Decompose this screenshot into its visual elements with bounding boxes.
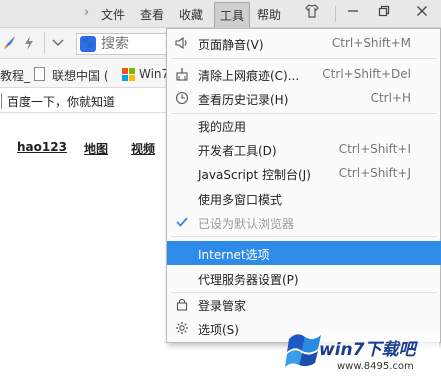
clock-icon [174, 91, 190, 105]
chevron-down-icon[interactable] [52, 35, 64, 55]
speaker-icon [174, 36, 190, 50]
bookmark-item[interactable]: Win7 [139, 67, 169, 81]
menu-file[interactable]: 文件 [101, 6, 125, 23]
link-hao123[interactable]: hao123 [17, 140, 67, 154]
menu-item-clear-traces[interactable]: 清除上网痕迹(C)... Ctrl+Shift+Del [167, 62, 441, 86]
menu-view[interactable]: 查看 [140, 6, 164, 23]
watermark-url: www.8495.com [337, 361, 414, 372]
gear-icon [174, 321, 190, 335]
menu-help[interactable]: 帮助 [257, 6, 281, 23]
menu-favorites[interactable]: 收藏 [179, 6, 203, 23]
tab-title: 百度一下，你就知道 [0, 93, 116, 109]
menu-item-mute-page[interactable]: 页面静音(V) Ctrl+Shift+M [167, 31, 441, 55]
broom-icon [174, 67, 190, 81]
divider [171, 58, 437, 59]
search-box[interactable]: 🐾 [76, 33, 176, 55]
link-video[interactable]: 视频 [131, 140, 155, 157]
menu-item-multi-window[interactable]: 使用多窗口模式 [167, 186, 441, 210]
divider [171, 236, 437, 237]
rocket-icon[interactable] [2, 35, 16, 55]
paw-icon: 🐾 [80, 36, 96, 52]
chevron-right-icon[interactable]: › [84, 5, 89, 20]
divider [335, 6, 336, 22]
divider [44, 32, 45, 54]
restore-icon[interactable] [374, 4, 394, 24]
menu-bar: › 文件 查看 收藏 工具 帮助 [0, 0, 441, 28]
document-icon [34, 67, 45, 81]
menu-item-history[interactable]: 查看历史记录(H) Ctrl+H [167, 86, 441, 110]
menu-item-my-apps[interactable]: 我的应用 [167, 113, 441, 137]
bookmark-item[interactable]: 教程_ [0, 67, 30, 84]
menu-item-login-manager[interactable]: 登录管家 [167, 292, 441, 316]
menu-item-js-console[interactable]: JavaScript 控制台(J) Ctrl+Shift+J [167, 161, 441, 185]
menu-item-internet-options[interactable]: Internet选项 [167, 241, 441, 265]
windows-flag-icon [285, 325, 323, 372]
tools-menu: 页面静音(V) Ctrl+Shift+M 清除上网痕迹(C)... Ctrl+S… [166, 28, 441, 343]
close-icon[interactable] [412, 4, 432, 24]
lock-icon [174, 297, 190, 311]
bookmark-item[interactable]: 联想中国 ( [52, 67, 109, 84]
menu-item-default-browser: 已设为默认浏览器 [167, 210, 441, 234]
lightning-icon[interactable] [24, 35, 34, 55]
minimize-icon[interactable] [343, 4, 363, 24]
menu-tools[interactable]: 工具 [214, 2, 251, 27]
shirt-icon[interactable] [302, 4, 322, 24]
link-map[interactable]: 地图 [84, 140, 108, 157]
windows-logo-icon [122, 68, 135, 81]
page-tab[interactable]: 百度一下，你就知道 [0, 89, 166, 113]
check-icon [174, 215, 190, 229]
menu-item-devtools[interactable]: 开发者工具(D) Ctrl+Shift+I [167, 137, 441, 161]
search-input[interactable] [101, 35, 171, 53]
watermark-title: win7下载吧 [319, 340, 416, 360]
watermark-logo: win7下载吧 www.8495.com [283, 325, 441, 385]
menu-item-proxy-settings[interactable]: 代理服务器设置(P) [167, 266, 441, 290]
